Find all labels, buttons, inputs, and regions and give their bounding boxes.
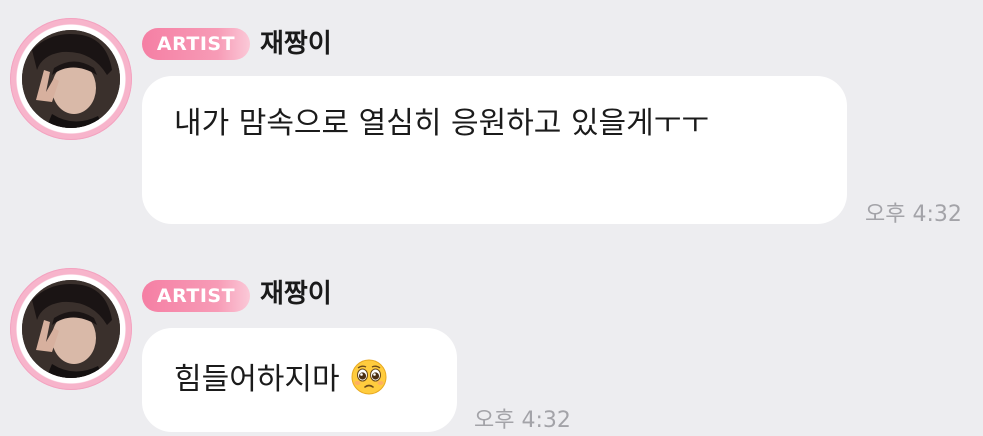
avatar-photo <box>22 280 120 378</box>
chat-message: ARTIST 재짱이 힘들어하지마 오후 4:32 <box>0 0 983 436</box>
message-text: 힘들어하지마 <box>174 362 340 397</box>
pleading-face-icon <box>351 359 387 403</box>
artist-badge: ARTIST <box>142 280 250 312</box>
message-timestamp: 오후 4:32 <box>474 408 571 433</box>
avatar[interactable] <box>10 268 132 390</box>
sender-name: 재짱이 <box>260 279 332 309</box>
message-bubble[interactable]: 힘들어하지마 <box>142 328 457 432</box>
